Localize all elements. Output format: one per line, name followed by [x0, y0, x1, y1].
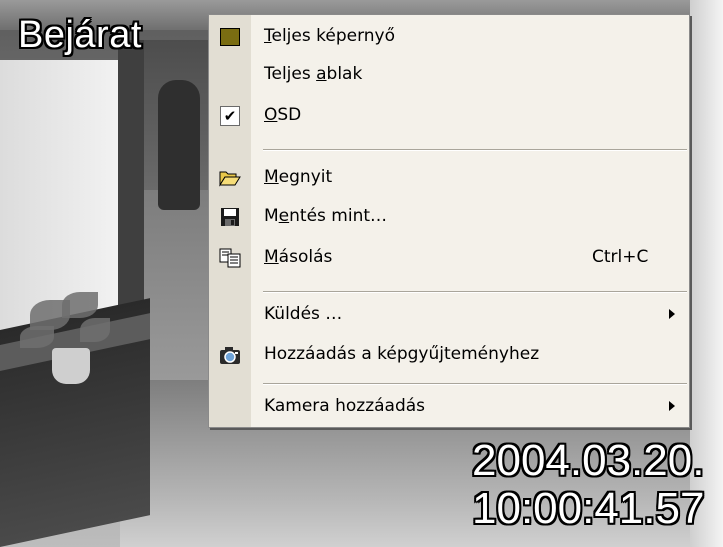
context-menu: Teljes képernyő Teljes ablak ✔ OSD Megny…	[208, 14, 690, 428]
menu-item-save-as[interactable]: Mentés mint…	[209, 199, 689, 235]
menu-item-open[interactable]: Megnyit	[209, 160, 689, 196]
osd-time: 10:00:41.57	[472, 484, 705, 533]
menu-item-send[interactable]: Küldés …	[209, 297, 689, 333]
color-square-icon	[219, 27, 241, 47]
floppy-disk-icon	[219, 207, 241, 227]
menu-item-osd[interactable]: ✔ OSD	[209, 98, 689, 134]
scene-person	[158, 80, 200, 210]
checkmark-icon: ✔	[219, 106, 241, 126]
menu-item-label: Kamera hozzáadás	[264, 396, 426, 416]
menu-item-label: Másolás	[264, 247, 333, 267]
osd-date: 2004.03.20.	[472, 436, 705, 485]
menu-item-fullscreen[interactable]: Teljes képernyő	[209, 19, 689, 55]
menu-separator	[263, 149, 687, 151]
menu-item-label: Küldés …	[264, 304, 343, 324]
menu-separator	[263, 291, 687, 293]
menu-item-label: Teljes képernyő	[264, 26, 395, 46]
scene-plant-leaf	[20, 326, 54, 348]
scene-plant-pot	[52, 348, 90, 384]
menu-item-label: Teljes ablak	[264, 64, 363, 84]
camera-icon	[219, 345, 241, 365]
menu-item-add-to-gallery[interactable]: Hozzáadás a képgyűjteményhez	[209, 337, 689, 373]
menu-item-label: Mentés mint…	[264, 206, 388, 226]
scene-plant-leaf	[62, 292, 98, 318]
menu-item-label: OSD	[264, 105, 302, 125]
copy-icon	[219, 248, 241, 268]
scene-plant-leaf	[80, 318, 110, 342]
menu-item-full-window[interactable]: Teljes ablak	[209, 57, 689, 93]
menu-item-add-camera[interactable]: Kamera hozzáadás	[209, 389, 689, 425]
open-folder-icon	[219, 168, 241, 188]
menu-separator	[263, 383, 687, 385]
menu-item-shortcut: Ctrl+C	[592, 247, 649, 267]
menu-item-label: Hozzáadás a képgyűjteményhez	[264, 344, 540, 364]
menu-item-copy[interactable]: Másolás Ctrl+C	[209, 240, 689, 276]
menu-item-label: Megnyit	[264, 167, 333, 187]
submenu-arrow-icon	[669, 309, 675, 319]
osd-camera-name: Bejárat	[18, 14, 142, 56]
submenu-arrow-icon	[669, 401, 675, 411]
